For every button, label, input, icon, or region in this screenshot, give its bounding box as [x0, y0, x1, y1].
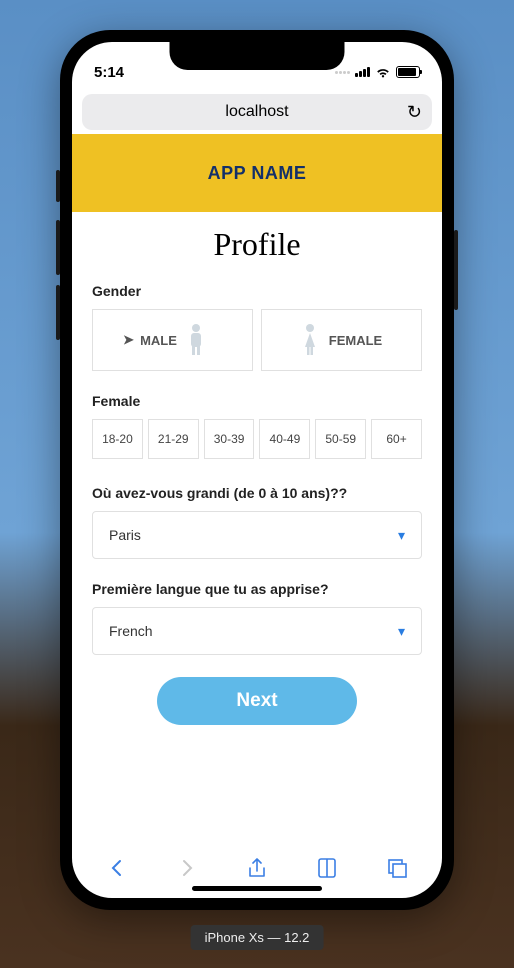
home-indicator[interactable] [192, 886, 322, 891]
language-label: Première langue que tu as apprise? [92, 581, 422, 597]
status-time: 5:14 [94, 64, 124, 81]
chevron-down-icon: ▾ [398, 623, 405, 640]
gender-female-button[interactable]: FEMALE [261, 309, 422, 371]
next-button[interactable]: Next [157, 677, 357, 725]
address-bar[interactable]: localhost ↻ [82, 94, 432, 130]
language-select[interactable]: French ▾ [92, 607, 422, 655]
male-icon [187, 323, 205, 357]
battery-icon [396, 66, 420, 78]
screen: 5:14 localhost ↻ APP NAME Profile Gender [72, 42, 442, 898]
female-icon [301, 323, 319, 357]
content: Profile Gender ➤ MALE FEMALE Female 18-2… [72, 212, 442, 838]
notch [170, 42, 345, 70]
url-text: localhost [225, 103, 288, 121]
forward-icon [175, 856, 199, 880]
app-name: APP NAME [208, 163, 307, 184]
age-btn-2[interactable]: 30-39 [204, 419, 255, 459]
gender-female-label: FEMALE [329, 333, 382, 348]
gender-label: Gender [92, 283, 422, 299]
cursor-icon: ➤ [123, 332, 134, 348]
age-btn-5[interactable]: 60+ [371, 419, 422, 459]
mute-switch [56, 170, 60, 202]
language-value: French [109, 623, 153, 639]
app-header: APP NAME [72, 134, 442, 212]
origin-select[interactable]: Paris ▾ [92, 511, 422, 559]
next-label: Next [236, 690, 277, 712]
page-title: Profile [92, 226, 422, 263]
age-btn-1[interactable]: 21-29 [148, 419, 199, 459]
gender-male-label: MALE [140, 333, 177, 348]
chevron-down-icon: ▾ [398, 527, 405, 544]
back-icon[interactable] [105, 856, 129, 880]
tabs-icon[interactable] [385, 856, 409, 880]
age-range-row: 18-20 21-29 30-39 40-49 50-59 60+ [92, 419, 422, 459]
wifi-icon [375, 66, 391, 78]
volume-up [56, 220, 60, 275]
volume-down [56, 285, 60, 340]
cellular-signal-icon [355, 67, 370, 77]
device-label: iPhone Xs — 12.2 [191, 925, 324, 950]
status-dots-icon [335, 71, 350, 74]
age-btn-0[interactable]: 18-20 [92, 419, 143, 459]
gender-male-button[interactable]: ➤ MALE [92, 309, 253, 371]
origin-value: Paris [109, 527, 141, 543]
share-icon[interactable] [245, 856, 269, 880]
origin-label: Où avez-vous grandi (de 0 à 10 ans)?? [92, 485, 422, 501]
power-button [454, 230, 458, 310]
age-label: Female [92, 393, 422, 409]
bookmarks-icon[interactable] [315, 856, 339, 880]
phone-frame: 5:14 localhost ↻ APP NAME Profile Gender [60, 30, 454, 910]
age-btn-4[interactable]: 50-59 [315, 419, 366, 459]
reload-icon[interactable]: ↻ [407, 102, 422, 123]
age-btn-3[interactable]: 40-49 [259, 419, 310, 459]
